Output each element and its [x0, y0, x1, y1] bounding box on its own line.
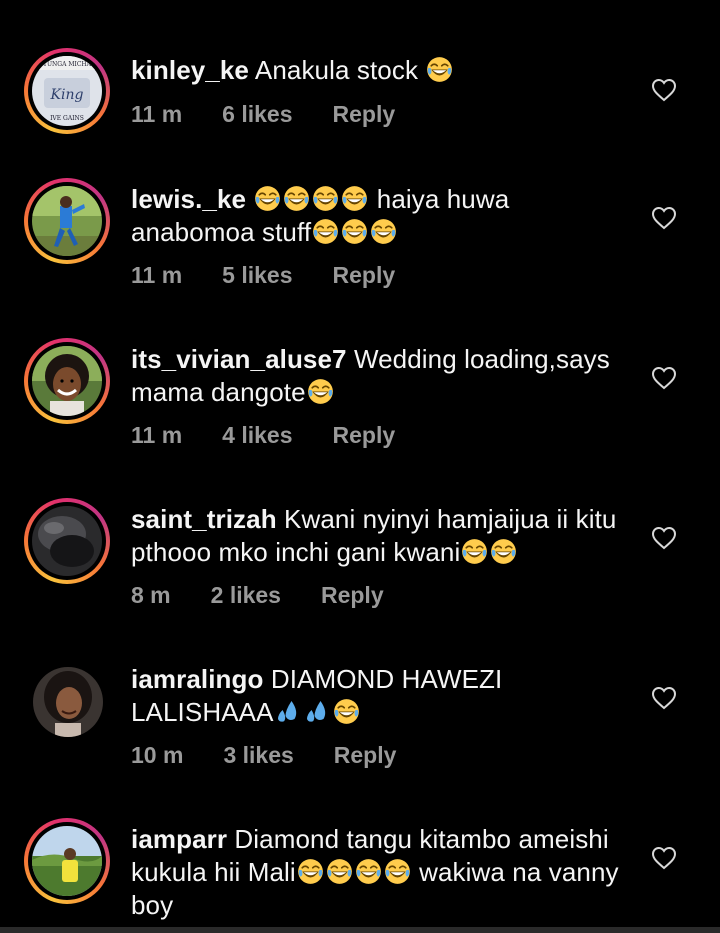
likes-count[interactable]: 3 likes [223, 742, 293, 769]
laugh-emoji-icon [297, 858, 324, 885]
heart-outline-icon[interactable] [651, 78, 677, 102]
laugh-emoji-icon [254, 185, 281, 212]
username[interactable]: its_vivian_aluse7 [131, 344, 347, 374]
reply-button[interactable]: Reply [333, 422, 396, 449]
laugh-emoji-icon [341, 185, 368, 212]
reply-button[interactable]: Reply [334, 742, 397, 769]
laugh-emoji-icon [312, 218, 339, 245]
avatar[interactable] [24, 818, 110, 904]
heart-outline-icon[interactable] [651, 206, 677, 230]
svg-text:TUNGA MICHA: TUNGA MICHA [43, 61, 92, 68]
username[interactable]: iamralingo [131, 664, 263, 694]
likes-count[interactable]: 6 likes [222, 101, 292, 128]
heart-outline-icon[interactable] [651, 526, 677, 550]
laugh-emoji-icon [307, 378, 334, 405]
comment-time: 11 m [131, 422, 183, 448]
laugh-emoji-icon [370, 218, 397, 245]
username[interactable]: lewis._ke [131, 184, 246, 214]
comment-text: Anakula stock [254, 55, 419, 85]
laugh-emoji-icon [490, 538, 517, 565]
comment-time: 10 m [131, 742, 184, 768]
comment-time: 8 m [131, 582, 171, 608]
avatar[interactable] [24, 658, 110, 744]
svg-text:King: King [50, 87, 84, 103]
laugh-emoji-icon [461, 538, 488, 565]
laugh-emoji-icon [312, 185, 339, 212]
username[interactable]: kinley_ke [131, 55, 249, 85]
sweat-droplets-emoji-icon [275, 698, 302, 725]
laugh-emoji-icon [333, 698, 360, 725]
emoji-group [253, 184, 369, 214]
laugh-emoji-icon [384, 858, 411, 885]
svg-text:IVE GAINS: IVE GAINS [50, 115, 84, 122]
reply-button[interactable]: Reply [333, 262, 396, 289]
laugh-emoji-icon [426, 56, 453, 83]
bottom-edge [0, 927, 720, 933]
username[interactable]: iamparr [131, 824, 227, 854]
laugh-emoji-icon [283, 185, 310, 212]
likes-count[interactable]: 2 likes [211, 582, 281, 609]
avatar[interactable] [24, 498, 110, 584]
avatar[interactable] [24, 178, 110, 264]
likes-count[interactable]: 5 likes [222, 262, 292, 289]
likes-count[interactable]: 4 likes [222, 422, 292, 449]
heart-outline-icon[interactable] [651, 686, 677, 710]
laugh-emoji-icon [326, 858, 353, 885]
avatar[interactable]: TUNGA MICHA King IVE GAINS [24, 48, 110, 134]
comment-time: 11 m [131, 262, 183, 288]
heart-outline-icon[interactable] [651, 846, 677, 870]
sweat-droplets-emoji-icon [304, 698, 331, 725]
username[interactable]: saint_trizah [131, 504, 277, 534]
reply-button[interactable]: Reply [321, 582, 384, 609]
heart-outline-icon[interactable] [651, 366, 677, 390]
laugh-emoji-icon [341, 218, 368, 245]
avatar[interactable] [24, 338, 110, 424]
laugh-emoji-icon [355, 858, 382, 885]
reply-button[interactable]: Reply [333, 101, 396, 128]
comment-time: 11 m [131, 101, 183, 127]
